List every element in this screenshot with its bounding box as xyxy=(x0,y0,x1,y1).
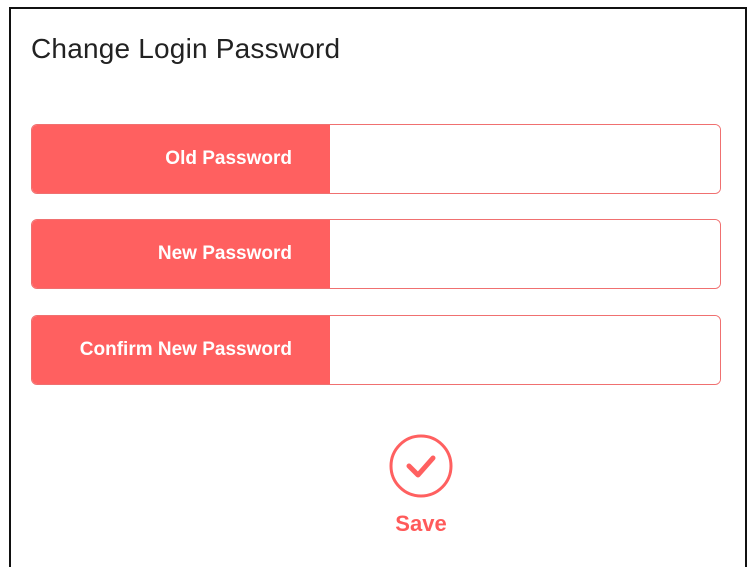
old-password-input[interactable] xyxy=(330,125,720,193)
save-label[interactable]: Save xyxy=(381,511,461,537)
page-title: Change Login Password xyxy=(31,33,341,64)
old-password-row: Old Password xyxy=(31,124,721,194)
confirm-password-label: Confirm New Password xyxy=(32,316,330,384)
new-password-row: New Password xyxy=(31,219,721,289)
new-password-input[interactable] xyxy=(330,220,720,288)
check-circle-icon[interactable] xyxy=(388,433,454,499)
confirm-password-input[interactable] xyxy=(330,316,720,384)
save-button[interactable]: Save xyxy=(381,433,461,537)
change-password-panel: Change Login Password Old Password New P… xyxy=(9,7,747,567)
old-password-label: Old Password xyxy=(32,125,330,193)
new-password-label: New Password xyxy=(32,220,330,288)
confirm-password-row: Confirm New Password xyxy=(31,315,721,385)
